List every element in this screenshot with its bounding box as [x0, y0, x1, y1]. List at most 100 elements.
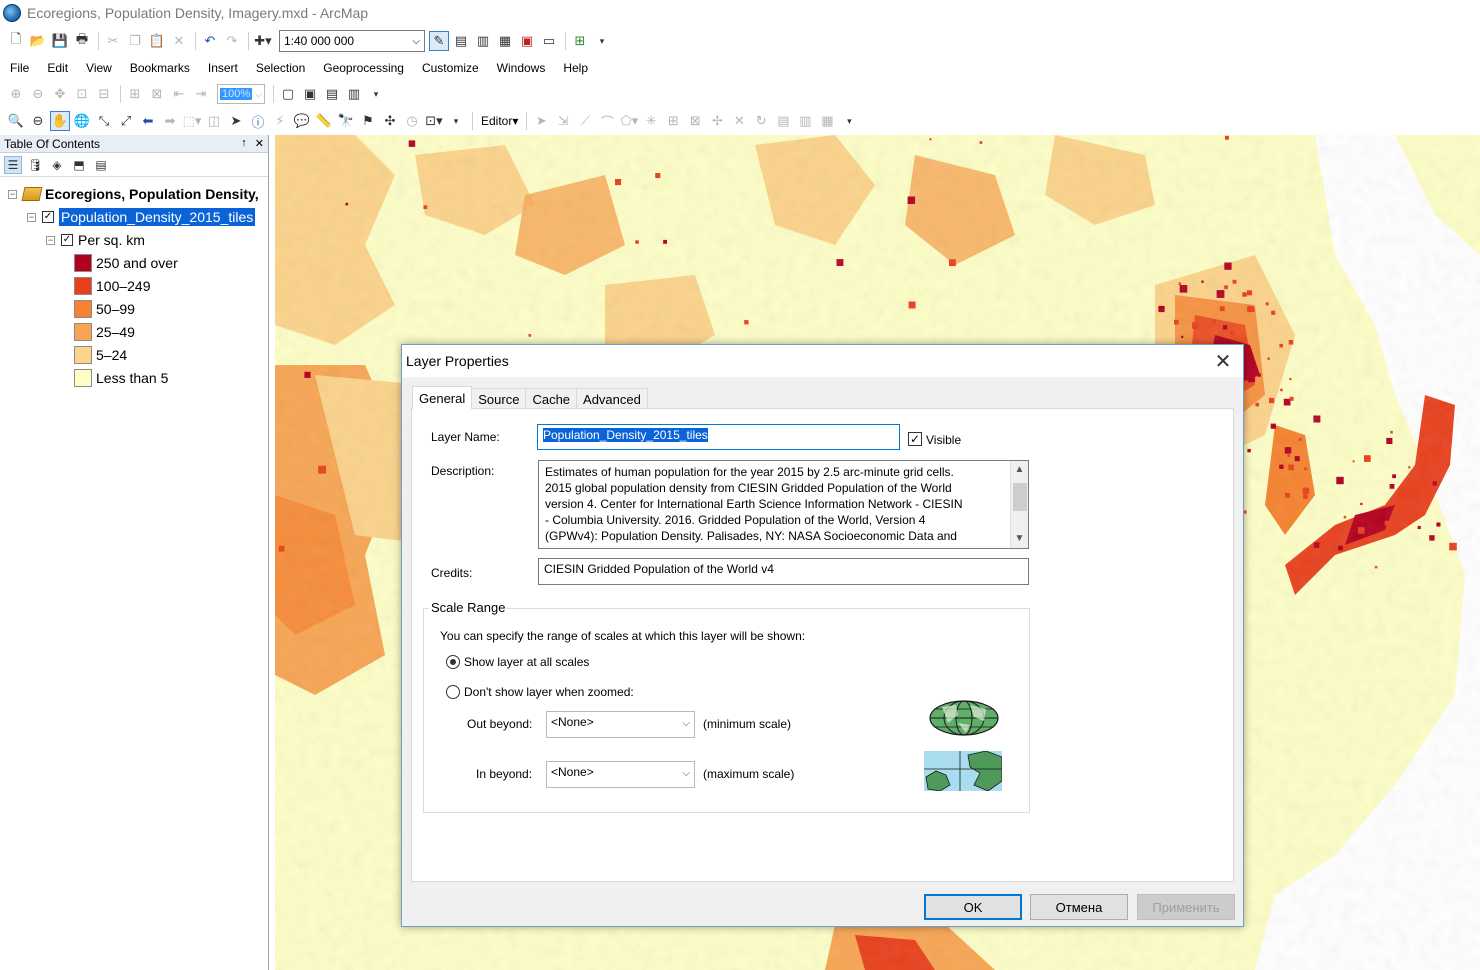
layout-zoom-in-icon[interactable]: ⊕ [6, 84, 26, 104]
toc-layer-row[interactable]: − ✓ Population_Density_2015_tiles [27, 206, 256, 228]
dont-show-zoomed-radio[interactable] [446, 685, 460, 699]
next-extent-icon[interactable]: ⇥ [191, 84, 211, 104]
layer-visibility-checkbox[interactable]: ✓ [42, 211, 54, 223]
arctoolbox-icon[interactable]: ▣ [517, 31, 537, 51]
go-to-xy-icon[interactable]: ✣ [380, 111, 400, 131]
fixed-zoom-out-icon[interactable]: ⤢ [116, 111, 136, 131]
close-icon[interactable]: ✕ [255, 137, 264, 150]
editor-toolbar-toggle-icon[interactable]: ✎ [429, 31, 449, 51]
time-slider-icon[interactable]: ◷ [402, 111, 422, 131]
toc-data-frame-row[interactable]: − Ecoregions, Population Density, [8, 183, 259, 205]
add-data-icon[interactable]: ✚▾ [253, 31, 273, 51]
toggle-draft-mode-icon[interactable]: ▢ [278, 84, 298, 104]
toolbar-options-chevron-icon[interactable]: ▾ [446, 111, 466, 131]
toolbar-options-chevron-icon[interactable]: ▾ [839, 111, 859, 131]
pin-icon[interactable]: ↑ [241, 137, 247, 150]
description-textarea[interactable]: Estimates of human population for the ye… [538, 460, 1029, 549]
menu-windows[interactable]: Windows [487, 61, 554, 75]
search-window-icon[interactable]: ▦ [495, 31, 515, 51]
tab-advanced[interactable]: Advanced [576, 388, 648, 409]
create-features-icon[interactable]: ▦ [817, 111, 837, 131]
toc-options-icon[interactable]: ▤ [92, 156, 110, 174]
sketch-properties-icon[interactable]: ▥ [795, 111, 815, 131]
legend-swatch[interactable] [74, 323, 92, 341]
print-icon[interactable]: 🖶 [72, 31, 92, 51]
toolbar-options-chevron-icon[interactable]: ▾ [592, 31, 612, 51]
toc-field-row[interactable]: − ✓ Per sq. km [46, 229, 145, 251]
copy-icon[interactable]: ❐ [125, 31, 145, 51]
layout-zoom-combo[interactable]: 100% ⌵ [217, 84, 265, 104]
scroll-down-icon[interactable]: ▼ [1011, 530, 1028, 548]
new-document-icon[interactable]: 🗋 [6, 31, 26, 51]
collapse-icon[interactable]: − [27, 212, 36, 222]
menu-customize[interactable]: Customize [412, 61, 487, 75]
forward-arrow-icon[interactable]: ➡ [160, 111, 180, 131]
measure-icon[interactable]: 📏 [314, 111, 334, 131]
list-by-drawing-order-icon[interactable]: ☰ [4, 155, 22, 174]
menu-view[interactable]: View [76, 61, 120, 75]
editor-menu[interactable]: Editor▾ [481, 114, 518, 128]
python-window-icon[interactable]: ▭ [539, 31, 559, 51]
list-by-source-icon[interactable]: 🛢 [26, 156, 44, 174]
menu-edit[interactable]: Edit [37, 61, 76, 75]
menu-file[interactable]: File [0, 61, 37, 75]
zoom-100-icon[interactable]: ⊟ [94, 84, 114, 104]
point-icon[interactable]: ✳ [641, 111, 661, 131]
full-extent-globe-icon[interactable]: 🌐 [72, 111, 92, 131]
in-beyond-combo[interactable]: <None> ⌵ [546, 761, 695, 788]
menu-bookmarks[interactable]: Bookmarks [120, 61, 198, 75]
list-by-visibility-icon[interactable]: ◈ [48, 156, 66, 174]
cancel-button[interactable]: Отмена [1030, 894, 1128, 920]
trace-icon[interactable]: ⬠▾ [619, 111, 639, 131]
end-point-arc-icon[interactable]: ⌒ [597, 111, 617, 131]
pan-hand-icon[interactable]: ✋ [50, 111, 70, 131]
out-beyond-combo[interactable]: <None> ⌵ [546, 711, 695, 738]
zoom-in-icon[interactable]: 🔍 [6, 111, 26, 131]
legend-swatch[interactable] [74, 277, 92, 295]
legend-swatch[interactable] [74, 369, 92, 387]
zoom-whole-page-icon[interactable]: ⊡ [72, 84, 92, 104]
legend-swatch[interactable] [74, 254, 92, 272]
split-tool-icon[interactable]: ✕ [729, 111, 749, 131]
legend-item[interactable]: 25–49 [74, 321, 135, 343]
fixed-zoom-in-icon[interactable]: ⤡ [94, 111, 114, 131]
visible-checkbox[interactable]: ✓ [908, 432, 922, 446]
layer-name[interactable]: Population_Density_2015_tiles [59, 208, 256, 226]
legend-swatch[interactable] [74, 346, 92, 364]
collapse-icon[interactable]: − [46, 235, 55, 245]
fixed-zoom-out-icon[interactable]: ⊠ [147, 84, 167, 104]
delete-icon[interactable]: ✕ [169, 31, 189, 51]
find-binoculars-icon[interactable]: 🔭 [336, 111, 356, 131]
credits-input[interactable]: CIESIN Gridded Population of the World v… [538, 558, 1029, 585]
legend-item[interactable]: 50–99 [74, 298, 135, 320]
straight-segment-icon[interactable]: ⟋ [575, 111, 595, 131]
menu-insert[interactable]: Insert [198, 61, 246, 75]
scroll-up-icon[interactable]: ▲ [1011, 461, 1028, 479]
menu-help[interactable]: Help [553, 61, 596, 75]
close-icon[interactable]: ✕ [1203, 346, 1243, 376]
menu-geoprocessing[interactable]: Geoprocessing [313, 61, 412, 75]
cut-icon[interactable]: ✂ [103, 31, 123, 51]
data-driven-pages-icon[interactable]: ▥ [344, 84, 364, 104]
map-scale-combo[interactable]: 1:40 000 000 ⌵ [279, 30, 425, 52]
ok-button[interactable]: OK [924, 894, 1022, 920]
layout-zoom-out-icon[interactable]: ⊖ [28, 84, 48, 104]
legend-item[interactable]: 250 and over [74, 252, 178, 274]
tab-source[interactable]: Source [471, 388, 527, 409]
tab-cache[interactable]: Cache [525, 388, 578, 409]
menu-selection[interactable]: Selection [246, 61, 313, 75]
fixed-zoom-in-icon[interactable]: ⊞ [125, 84, 145, 104]
rotate-tool-icon[interactable]: ↻ [751, 111, 771, 131]
collapse-icon[interactable]: − [8, 189, 17, 199]
list-by-selection-icon[interactable]: ⬒ [70, 156, 88, 174]
paste-icon[interactable]: 📋 [147, 31, 167, 51]
edit-tool-icon[interactable]: ➤ [531, 111, 551, 131]
model-builder-icon[interactable]: ⊞ [570, 31, 590, 51]
back-arrow-icon[interactable]: ⬅ [138, 111, 158, 131]
attributes-icon[interactable]: ▤ [773, 111, 793, 131]
hyperlink-icon[interactable]: ⚡ [270, 111, 290, 131]
focus-data-frame-icon[interactable]: ▣ [300, 84, 320, 104]
layer-name-input[interactable]: Population_Density_2015_tiles [537, 424, 900, 450]
select-elements-arrow-icon[interactable]: ➤ [226, 111, 246, 131]
apply-button[interactable]: Применить [1137, 894, 1235, 920]
